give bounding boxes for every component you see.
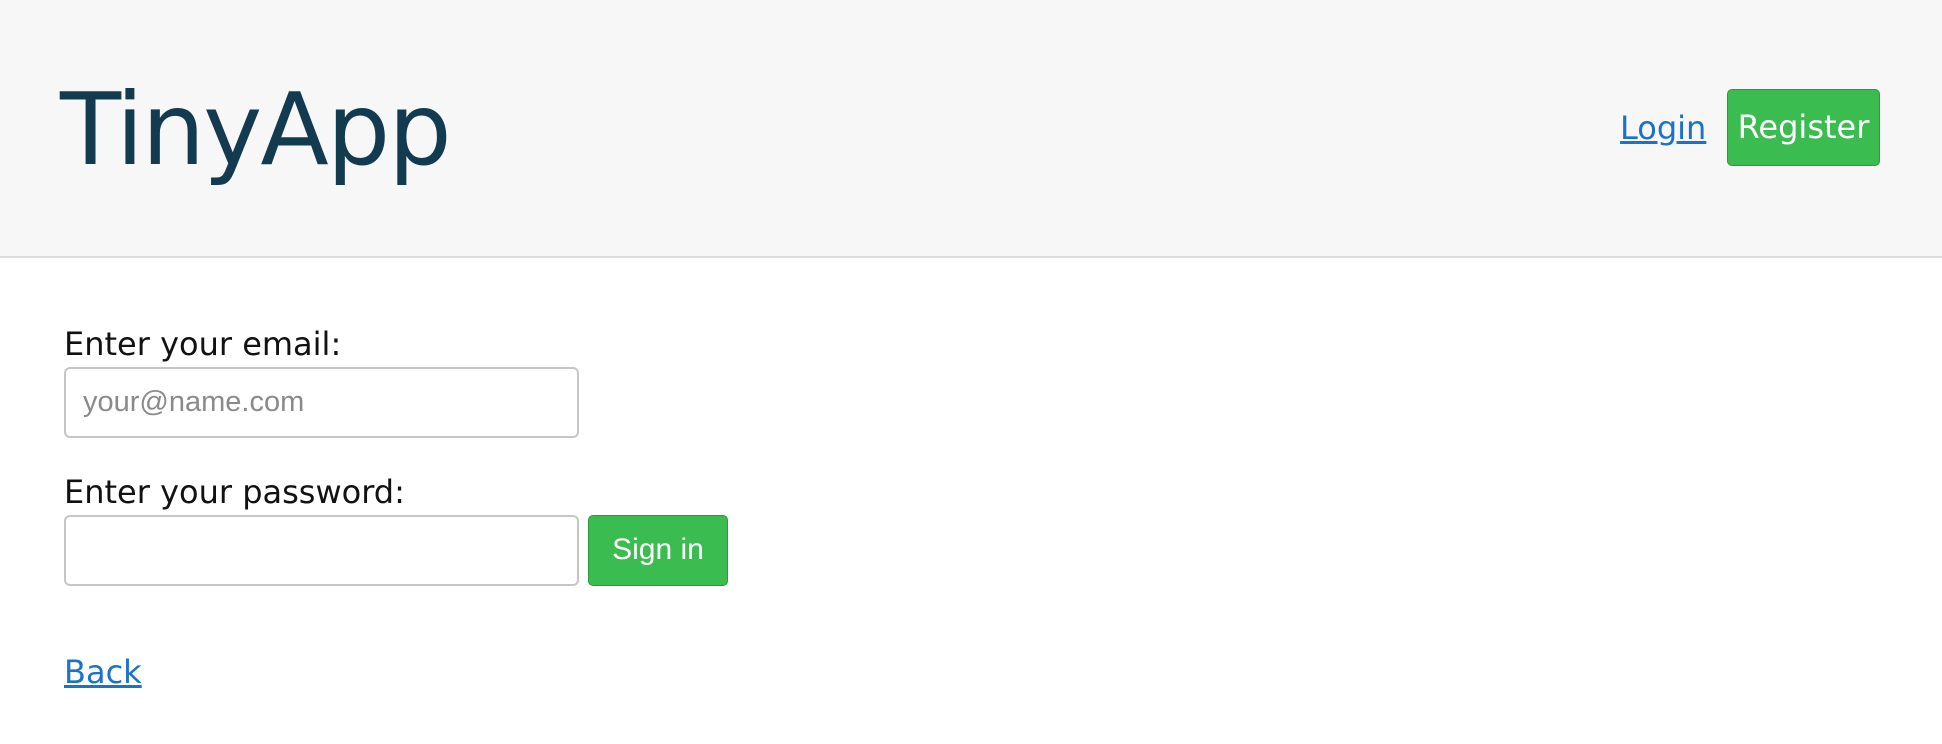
register-button[interactable]: Register [1727,89,1880,166]
email-field[interactable] [64,367,579,438]
password-field[interactable] [64,515,579,586]
password-label: Enter your password: [64,473,405,511]
site-header: TinyApp Login Register [0,0,1942,258]
email-label: Enter your email: [64,325,342,363]
brand-logo[interactable]: TinyApp [60,70,452,190]
login-link[interactable]: Login [1620,106,1706,150]
sign-in-button[interactable]: Sign in [588,515,728,586]
back-link[interactable]: Back [64,650,142,694]
